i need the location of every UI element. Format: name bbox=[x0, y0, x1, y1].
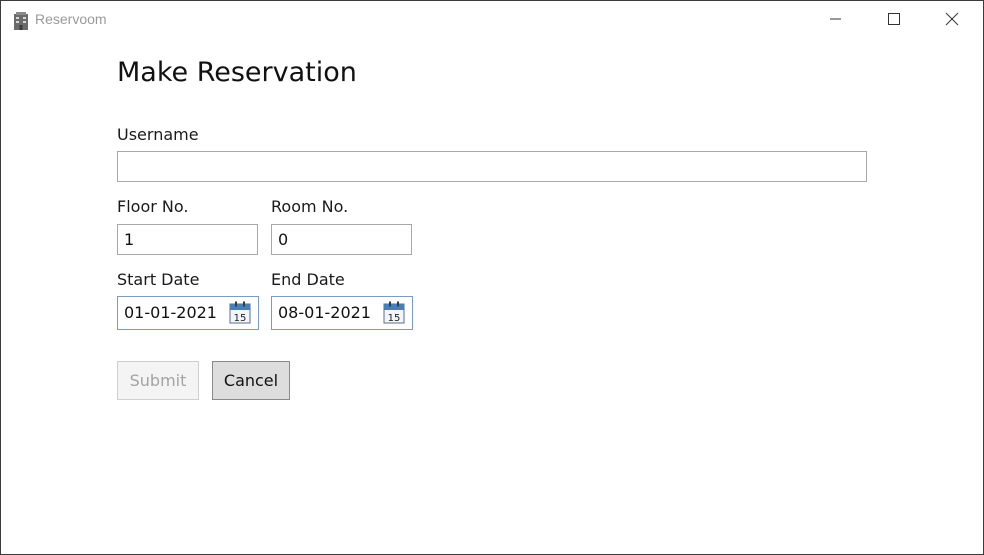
room-field[interactable] bbox=[271, 224, 412, 255]
calendar-icon[interactable]: 15 bbox=[383, 301, 405, 324]
submit-button[interactable]: Submit bbox=[117, 361, 199, 400]
cancel-button[interactable]: Cancel bbox=[212, 361, 290, 400]
maximize-icon bbox=[888, 13, 900, 25]
calendar-day: 15 bbox=[388, 313, 401, 324]
username-field[interactable] bbox=[117, 151, 867, 182]
end-date-picker[interactable]: 08-01-2021 15 bbox=[271, 296, 413, 330]
maximize-button[interactable] bbox=[871, 1, 917, 37]
window-title: Reservoom bbox=[35, 11, 107, 27]
start-date-label: Start Date bbox=[117, 270, 200, 289]
calendar-day: 15 bbox=[234, 313, 247, 324]
floor-field[interactable] bbox=[117, 224, 258, 255]
floor-label: Floor No. bbox=[117, 197, 189, 216]
end-date-value[interactable]: 08-01-2021 bbox=[278, 303, 371, 323]
room-label: Room No. bbox=[271, 197, 349, 216]
close-icon bbox=[945, 12, 959, 26]
minimize-button[interactable] bbox=[813, 1, 859, 37]
page-title: Make Reservation bbox=[117, 57, 357, 88]
building-icon bbox=[14, 12, 28, 30]
calendar-icon[interactable]: 15 bbox=[229, 301, 251, 324]
username-label: Username bbox=[117, 125, 199, 144]
close-button[interactable] bbox=[929, 1, 975, 37]
end-date-label: End Date bbox=[271, 270, 345, 289]
app-window: Reservoom Make Reservation Username Floo… bbox=[0, 0, 984, 555]
minimize-icon bbox=[830, 18, 841, 20]
start-date-picker[interactable]: 01-01-2021 15 bbox=[117, 296, 259, 330]
start-date-value[interactable]: 01-01-2021 bbox=[124, 303, 217, 323]
title-bar[interactable]: Reservoom bbox=[1, 1, 983, 37]
